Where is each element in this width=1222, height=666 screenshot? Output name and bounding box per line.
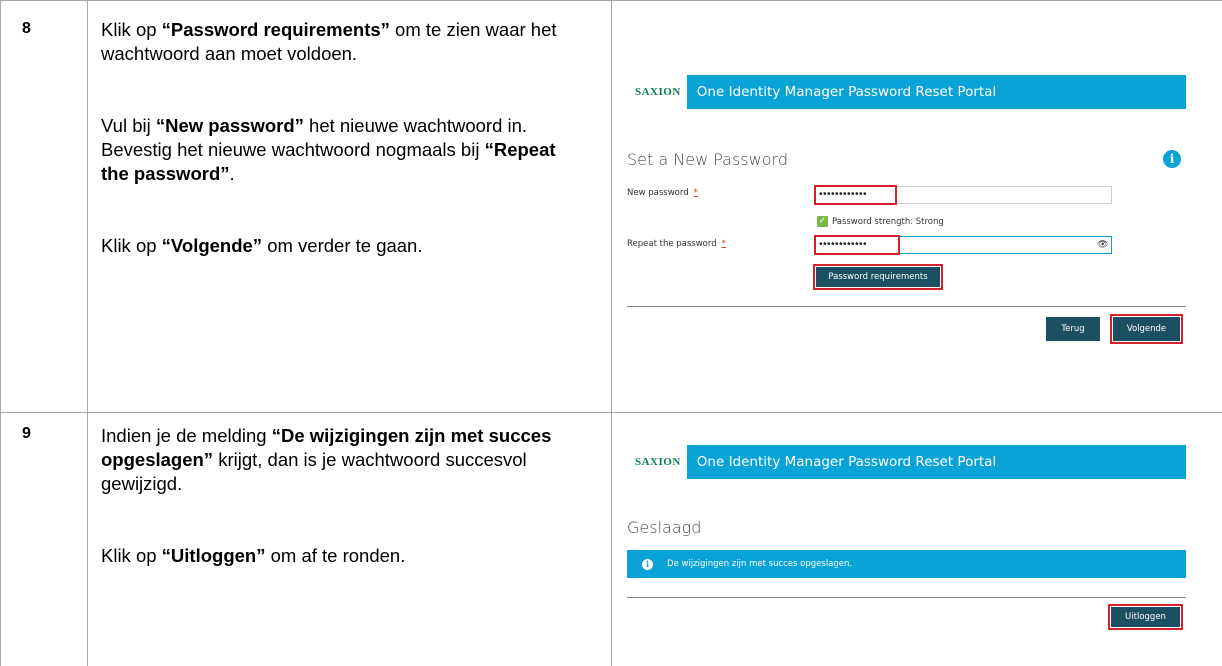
logout-button[interactable]: Uitloggen <box>1108 604 1183 630</box>
separator <box>627 597 1186 598</box>
portal-header: SAXION One Identity Manager Password Res… <box>629 445 1186 479</box>
repeat-password-label: Repeat the password * <box>627 239 726 249</box>
portal-title: One Identity Manager Password Reset Port… <box>696 454 997 470</box>
step-number: 9 <box>22 425 31 442</box>
page-heading: Set a New Password <box>627 150 788 169</box>
instruction-paragraph: Klik op “Password requirements” om te zi… <box>101 19 557 64</box>
portal-title: One Identity Manager Password Reset Port… <box>696 84 997 100</box>
step-instructions: Indien je de melding “De wijzigingen zij… <box>101 424 571 568</box>
separator <box>627 306 1186 307</box>
portal-header: SAXION One Identity Manager Password Res… <box>629 75 1186 109</box>
page-heading: Geslaagd <box>627 518 702 537</box>
instruction-paragraph: Klik op “Uitloggen” om af te ronden. <box>101 545 406 566</box>
instruction-paragraph: Vul bij “New password” het nieuwe wachtw… <box>101 115 556 184</box>
table-col-divider-1 <box>87 0 88 666</box>
table-row-divider <box>0 412 1222 413</box>
password-requirements-button[interactable]: Password requirements <box>813 264 943 290</box>
step-number: 8 <box>22 20 31 37</box>
repeat-password-highlight: •••••••••••• <box>814 235 900 255</box>
info-icon: i <box>642 558 653 570</box>
saxion-logo: SAXION <box>629 445 687 479</box>
step-instructions: Klik op “Password requirements” om te zi… <box>101 18 581 258</box>
success-message: De wijzigingen zijn met succes opgeslage… <box>667 559 853 569</box>
instruction-paragraph: Indien je de melding “De wijzigingen zij… <box>101 425 552 494</box>
instruction-paragraph: Klik op “Volgende” om verder te gaan. <box>101 235 423 256</box>
success-banner: i De wijzigingen zijn met succes opgesla… <box>627 550 1186 578</box>
table-col-divider-2 <box>611 0 612 666</box>
check-icon: ✓ <box>817 216 828 227</box>
new-password-label: New password * <box>627 188 698 198</box>
saxion-logo: SAXION <box>629 75 687 109</box>
next-button[interactable]: Volgende <box>1110 314 1183 344</box>
password-strength: ✓ Password strength: Strong <box>817 216 944 227</box>
table-left-border <box>0 0 1 666</box>
info-icon[interactable]: i <box>1163 150 1181 168</box>
eye-icon[interactable]: 👁 <box>1097 239 1108 250</box>
back-button[interactable]: Terug <box>1046 317 1100 341</box>
new-password-highlight: •••••••••••• <box>814 185 897 205</box>
